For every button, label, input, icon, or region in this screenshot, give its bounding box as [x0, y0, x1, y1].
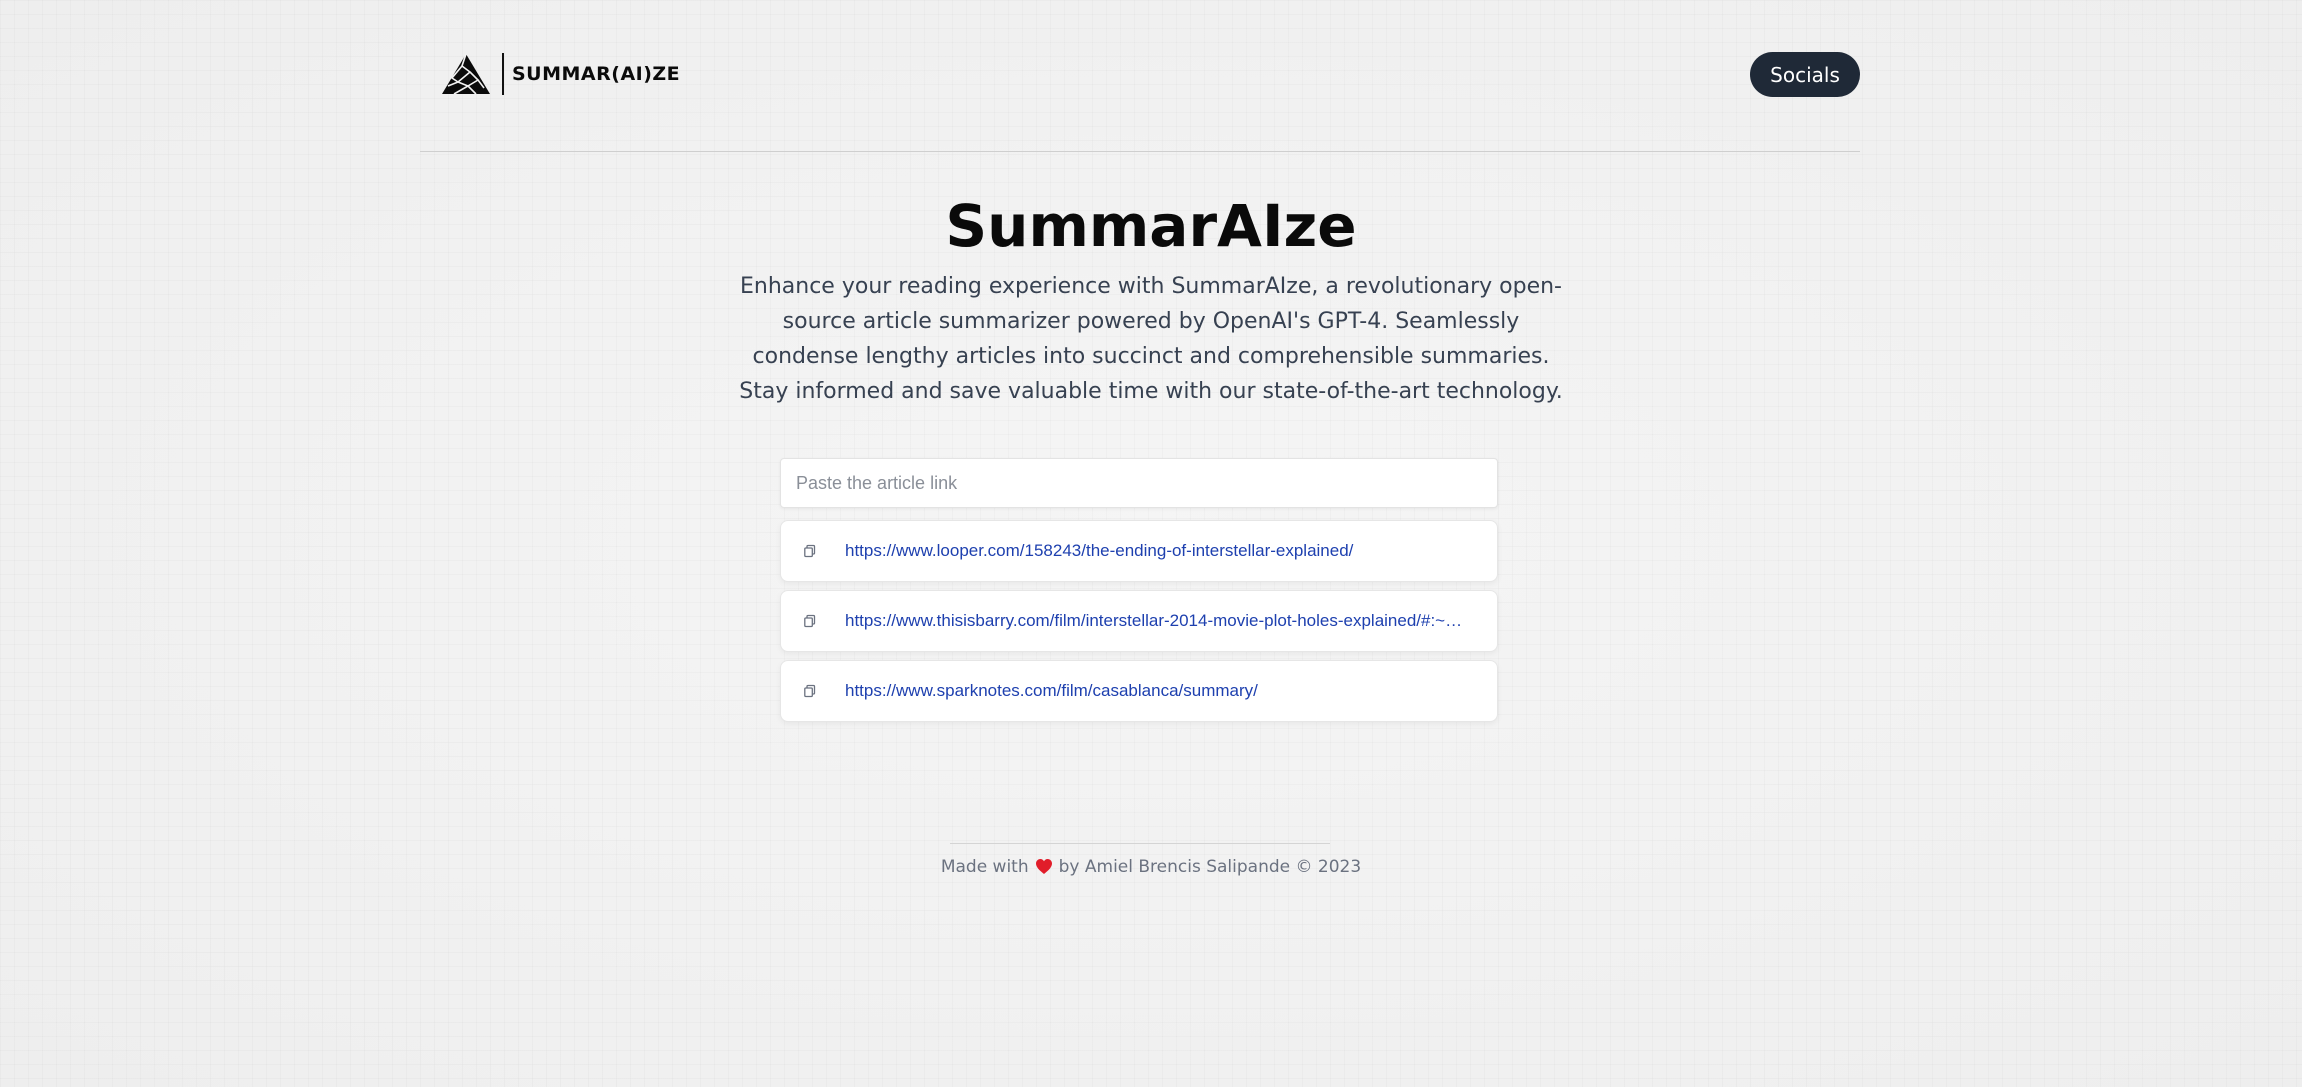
logo[interactable]: SUMMAR(AI)ZE	[440, 51, 680, 97]
logo-divider	[502, 53, 504, 95]
history-item[interactable]: https://www.sparknotes.com/film/casablan…	[780, 660, 1498, 722]
article-link-input[interactable]	[781, 459, 1497, 507]
page-title: SummarAIze	[945, 192, 1357, 260]
footer: Made with by Amiel Brencis Salipande © 20…	[0, 857, 2302, 880]
history-list: https://www.looper.com/158243/the-ending…	[780, 520, 1498, 730]
navbar-divider	[420, 151, 1860, 152]
page-description: Enhance your reading experience with Sum…	[739, 274, 1563, 404]
history-url[interactable]: https://www.thisisbarry.com/film/interst…	[845, 611, 1479, 631]
copy-icon[interactable]	[801, 612, 819, 630]
history-url[interactable]: https://www.looper.com/158243/the-ending…	[845, 541, 1479, 561]
logo-triangle-icon	[442, 53, 490, 95]
navbar: SUMMAR(AI)ZE Socials	[420, 42, 1860, 108]
logo-text: SUMMAR(AI)ZE	[512, 63, 681, 85]
history-url[interactable]: https://www.sparknotes.com/film/casablan…	[845, 681, 1479, 701]
footer-divider	[950, 843, 1330, 844]
socials-button[interactable]: Socials	[1750, 52, 1860, 97]
copy-icon[interactable]	[801, 682, 819, 700]
heart-icon	[1035, 858, 1053, 880]
footer-credit: by Amiel Brencis Salipande © 2023	[1058, 857, 1362, 877]
footer-made-with: Made with	[940, 857, 1029, 877]
history-item[interactable]: https://www.looper.com/158243/the-ending…	[780, 520, 1498, 582]
article-link-form	[780, 458, 1498, 508]
history-item[interactable]: https://www.thisisbarry.com/film/interst…	[780, 590, 1498, 652]
copy-icon[interactable]	[801, 542, 819, 560]
